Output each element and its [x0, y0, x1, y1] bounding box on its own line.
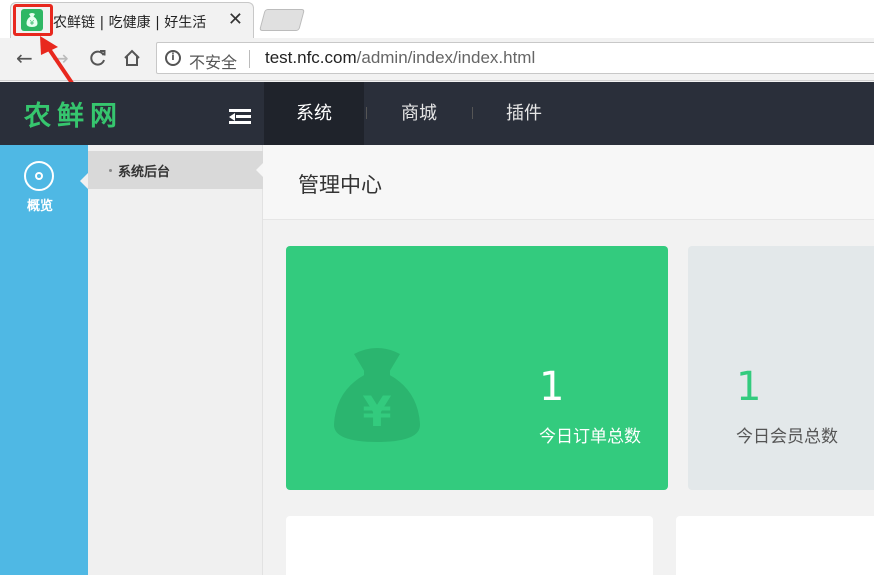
app-header: 农鲜网 系统 商城 插件 [0, 82, 874, 145]
new-tab-button[interactable] [259, 9, 305, 31]
back-arrow-icon[interactable]: ← [16, 46, 33, 70]
sub-nav-item-label: 系统后台 [118, 165, 171, 180]
nav-item-mall[interactable]: 商城 [368, 82, 470, 145]
url-path: /admin/index/index.html [356, 48, 536, 67]
browser-tab-bar: ¥ 农鲜链 | 吃健康 | 好生活 ✕ [0, 0, 874, 38]
stat-card-members[interactable]: 1 今日会员总数 [688, 246, 874, 490]
money-bag-icon: ¥ [333, 348, 421, 442]
security-label[interactable]: 不安全 [189, 49, 237, 73]
bullet-icon [109, 169, 112, 172]
rail-item-overview[interactable]: 概览 [0, 145, 88, 217]
forward-arrow-icon[interactable]: → [52, 46, 69, 70]
url-text[interactable]: test.nfc.com/admin/index/index.html [265, 48, 535, 68]
members-count: 1 [736, 364, 762, 410]
left-rail: 概览 [0, 145, 88, 575]
content-panel [286, 516, 653, 575]
sub-nav: 系统后台 [88, 145, 264, 575]
page-title: 管理中心 [298, 173, 382, 197]
svg-text:¥: ¥ [362, 387, 391, 436]
content-panel [676, 516, 874, 575]
url-divider [249, 50, 250, 68]
rail-item-label: 概览 [26, 199, 53, 214]
tab-title: 农鲜链 | 吃健康 | 好生活 [53, 15, 207, 31]
info-icon[interactable]: i [165, 50, 181, 66]
menu-toggle-icon[interactable] [229, 109, 251, 125]
address-bar[interactable]: i 不安全 test.nfc.com/admin/index/index.htm… [156, 42, 874, 74]
active-pointer [80, 173, 88, 189]
home-icon[interactable] [122, 46, 142, 73]
close-tab-icon[interactable]: ✕ [228, 10, 243, 30]
orders-label: 今日订单总数 [539, 427, 641, 447]
browser-toolbar: ← → i 不安全 test.nfc.com/admin/index/index… [0, 38, 874, 81]
dashboard-icon [24, 161, 54, 191]
reload-icon[interactable] [88, 46, 108, 73]
site-logo[interactable]: 农鲜网 [24, 94, 123, 133]
nav-divider [366, 107, 367, 119]
main-content: 管理中心 ¥ 1 今日订单总数 1 今日会员总数 [263, 145, 874, 575]
members-label: 今日会员总数 [736, 427, 838, 447]
stat-card-orders[interactable]: ¥ 1 今日订单总数 [286, 246, 668, 490]
url-host: test.nfc.com [265, 48, 357, 67]
sub-nav-item-system-backend[interactable]: 系统后台 [88, 151, 264, 189]
nav-item-system[interactable]: 系统 [264, 82, 364, 145]
nav-divider [472, 107, 473, 119]
nav-item-plugins[interactable]: 插件 [474, 82, 574, 145]
orders-count: 1 [539, 364, 565, 410]
page-header: 管理中心 [263, 145, 874, 220]
favicon-highlight-box [13, 4, 53, 36]
